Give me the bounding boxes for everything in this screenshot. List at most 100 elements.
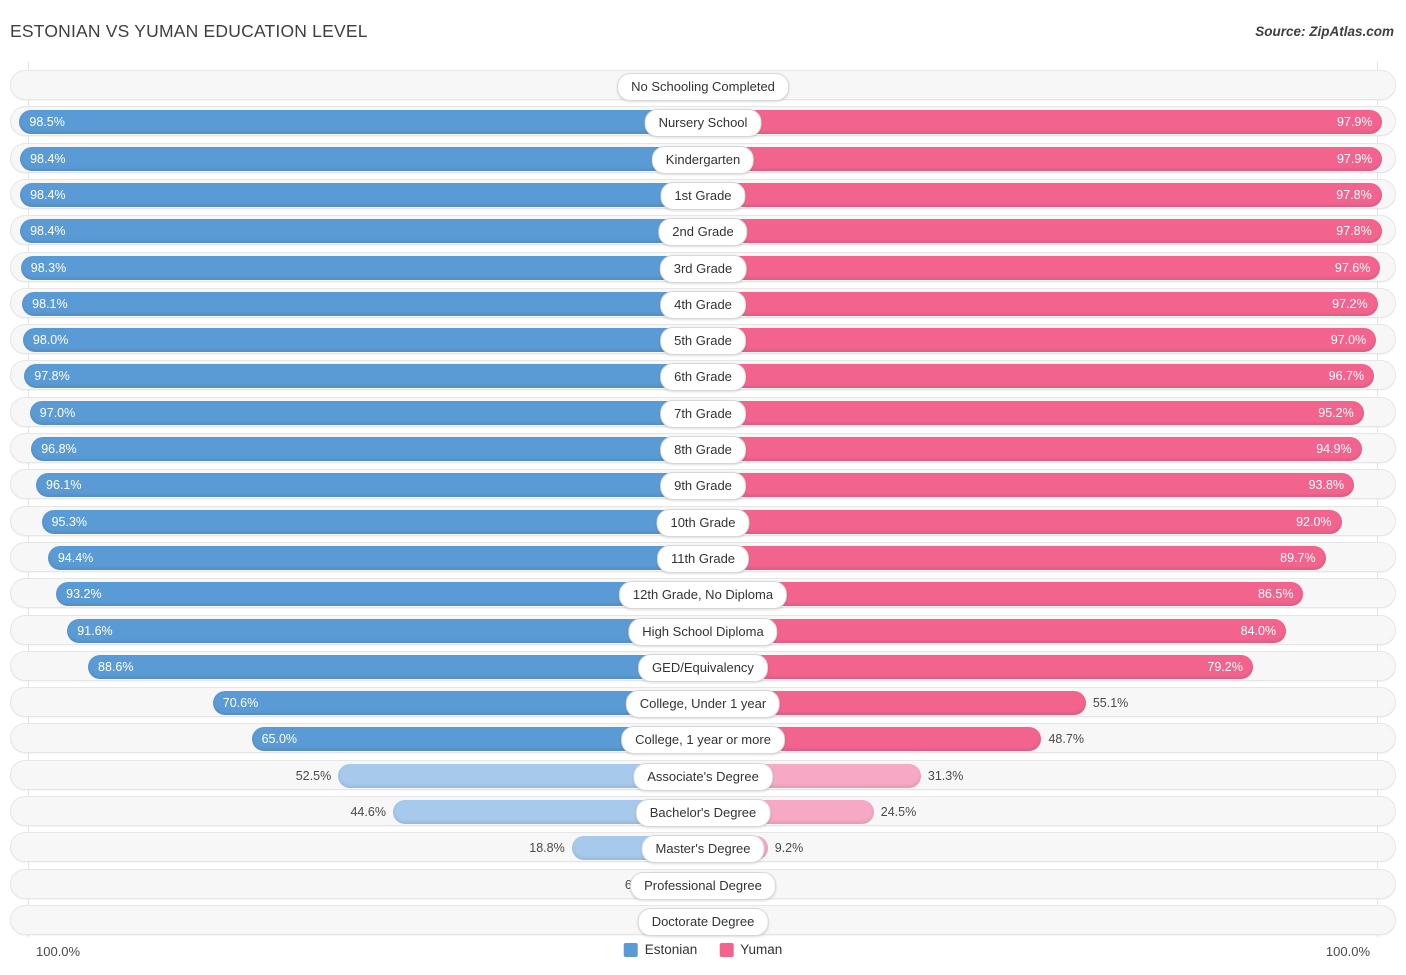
category-label[interactable]: 9th Grade: [660, 472, 746, 501]
chart-row[interactable]: 98.4% 97.8% 2nd Grade: [10, 215, 1396, 247]
chart-row[interactable]: 93.2% 86.5% 12th Grade, No Diploma: [10, 578, 1396, 610]
yuman-bar[interactable]: 97.0%: [704, 328, 1377, 353]
category-label[interactable]: 8th Grade: [660, 436, 746, 464]
chart-row[interactable]: 6.0%3.3%Professional Degree: [10, 868, 1396, 900]
category-label[interactable]: Nursery School: [644, 109, 762, 138]
estonian-value-label: 96.8%: [41, 442, 77, 456]
chart-row[interactable]: 97.8% 96.7% 6th Grade: [10, 360, 1396, 392]
yuman-bar[interactable]: 96.7%: [704, 364, 1375, 389]
yuman-bar[interactable]: 79.2%: [704, 654, 1253, 679]
estonian-bar[interactable]: 91.6%: [67, 618, 702, 643]
estonian-bar[interactable]: 94.4%: [47, 545, 702, 570]
yuman-bar[interactable]: 97.9%: [704, 146, 1383, 171]
chart-row[interactable]: 44.6% 24.5% Bachelor's Degree: [10, 796, 1396, 827]
chart-row[interactable]: 98.1% 97.2% 4th Grade: [10, 287, 1396, 319]
yuman-bar[interactable]: 97.2%: [704, 291, 1378, 316]
chart-row[interactable]: 52.5% 31.3% Associate's Degree: [10, 759, 1396, 791]
chart-row[interactable]: 65.0% 48.7% College, 1 year or more: [10, 723, 1396, 755]
estonian-bar[interactable]: 97.0%: [29, 400, 702, 425]
estonian-value-label: 96.1%: [46, 478, 82, 493]
chart-row[interactable]: 97.0% 95.2% 7th Grade: [10, 396, 1396, 428]
category-label[interactable]: 12th Grade, No Diploma: [618, 581, 788, 610]
yuman-bar[interactable]: 93.8%: [704, 473, 1355, 498]
yuman-bar[interactable]: 95.2%: [704, 400, 1364, 425]
category-label[interactable]: High School Diploma: [628, 617, 778, 646]
yuman-bar[interactable]: 94.9%: [704, 437, 1362, 461]
chart-row[interactable]: 70.6% 55.1% College, Under 1 year: [10, 687, 1396, 719]
category-label[interactable]: College, Under 1 year: [625, 690, 781, 719]
estonian-bar[interactable]: 98.3%: [20, 255, 702, 280]
category-label[interactable]: 4th Grade: [660, 290, 746, 319]
estonian-bar[interactable]: 93.2%: [56, 582, 702, 607]
estonian-bar[interactable]: 95.3%: [41, 509, 702, 534]
estonian-bar[interactable]: 98.4%: [20, 219, 702, 244]
estonian-bar[interactable]: 98.5%: [19, 110, 702, 135]
chart-row[interactable]: 18.8% 9.2% Master's Degree: [10, 832, 1396, 864]
estonian-value-label: 98.3%: [30, 260, 67, 275]
chart-row[interactable]: 95.3% 92.0% 10th Grade: [10, 505, 1396, 537]
legend-item-estonian[interactable]: Estonian: [623, 942, 698, 957]
estonian-bar[interactable]: 98.0%: [22, 328, 702, 353]
yuman-bar[interactable]: 97.8%: [704, 219, 1382, 244]
chart-row[interactable]: 96.8% 94.9% 8th Grade: [10, 433, 1396, 464]
estonian-value-label: 88.6%: [98, 659, 134, 674]
estonian-value-label: 98.0%: [32, 333, 69, 348]
chart-row[interactable]: 96.1% 93.8% 9th Grade: [10, 469, 1396, 501]
estonian-value-label: 52.5%: [295, 768, 332, 783]
category-label[interactable]: Bachelor's Degree: [635, 799, 771, 827]
legend-label-estonian: Estonian: [644, 942, 698, 957]
yuman-bar[interactable]: 86.5%: [704, 582, 1304, 607]
estonian-bar[interactable]: 98.1%: [22, 291, 702, 316]
chart-row[interactable]: 98.4% 97.9% Kindergarten: [10, 142, 1396, 174]
category-label[interactable]: GED/Equivalency: [638, 653, 768, 682]
yuman-value-label: 84.0%: [1240, 623, 1277, 638]
yuman-bar[interactable]: 97.6%: [704, 255, 1381, 280]
category-label[interactable]: Master's Degree: [641, 835, 765, 864]
chart-footer: 100.0% 100.0% Estonian Yuman: [0, 937, 1406, 975]
yuman-bar[interactable]: 92.0%: [704, 509, 1342, 534]
category-label[interactable]: 7th Grade: [660, 399, 746, 428]
yuman-bar[interactable]: 84.0%: [704, 618, 1287, 643]
category-label[interactable]: 5th Grade: [660, 327, 746, 356]
chart-row[interactable]: 98.0% 97.0% 5th Grade: [10, 324, 1396, 356]
estonian-value-label: 98.4%: [30, 151, 66, 166]
estonian-bar[interactable]: 98.4%: [20, 182, 702, 207]
estonian-value-label: 70.6%: [222, 696, 259, 711]
category-label[interactable]: Professional Degree: [630, 871, 776, 900]
estonian-bar[interactable]: 96.8%: [31, 437, 702, 461]
chart-row[interactable]: 98.4% 97.8% 1st Grade: [10, 178, 1396, 210]
chart-row[interactable]: 94.4% 89.7% 11th Grade: [10, 541, 1396, 573]
category-label[interactable]: No Schooling Completed: [617, 73, 789, 101]
estonian-bar[interactable]: 97.8%: [24, 364, 702, 389]
category-label[interactable]: College, 1 year or more: [621, 726, 785, 755]
yuman-value-label: 97.2%: [1332, 296, 1368, 311]
yuman-bar[interactable]: 89.7%: [704, 545, 1326, 570]
chart-row[interactable]: 88.6% 79.2% GED/Equivalency: [10, 650, 1396, 682]
chart-row[interactable]: 2.5%1.5%Doctorate Degree: [10, 904, 1396, 936]
yuman-bar[interactable]: 97.8%: [704, 182, 1382, 207]
category-label[interactable]: 1st Grade: [660, 181, 746, 210]
category-label[interactable]: Associate's Degree: [633, 762, 773, 791]
chart-row[interactable]: 98.3% 97.6% 3rd Grade: [10, 251, 1396, 283]
estonian-bar[interactable]: 88.6%: [88, 654, 702, 679]
axis-max-left: 100.0%: [36, 944, 81, 959]
chart-row[interactable]: 98.5% 97.9% Nursery School: [10, 106, 1396, 138]
category-label[interactable]: Kindergarten: [651, 145, 755, 174]
chart-row[interactable]: 1.6%2.5%No Schooling Completed: [10, 70, 1396, 101]
yuman-bar[interactable]: 97.9%: [704, 110, 1383, 135]
chart-row[interactable]: 91.6% 84.0% High School Diploma: [10, 614, 1396, 646]
category-label[interactable]: 11th Grade: [656, 544, 750, 573]
legend-item-yuman[interactable]: Yuman: [719, 942, 782, 957]
yuman-value-label: 79.2%: [1207, 659, 1243, 674]
yuman-value-label: 97.8%: [1336, 224, 1372, 239]
yuman-value-label: 93.8%: [1308, 478, 1345, 493]
category-label[interactable]: 2nd Grade: [658, 218, 748, 247]
category-label[interactable]: 3rd Grade: [659, 254, 747, 283]
estonian-bar[interactable]: 96.1%: [36, 473, 702, 498]
yuman-value-label: 97.9%: [1336, 151, 1373, 166]
category-label[interactable]: 10th Grade: [656, 508, 750, 537]
estonian-value-label: 98.4%: [30, 187, 66, 202]
category-label[interactable]: 6th Grade: [660, 363, 746, 392]
estonian-bar[interactable]: 98.4%: [20, 146, 702, 171]
category-label[interactable]: Doctorate Degree: [637, 907, 769, 936]
